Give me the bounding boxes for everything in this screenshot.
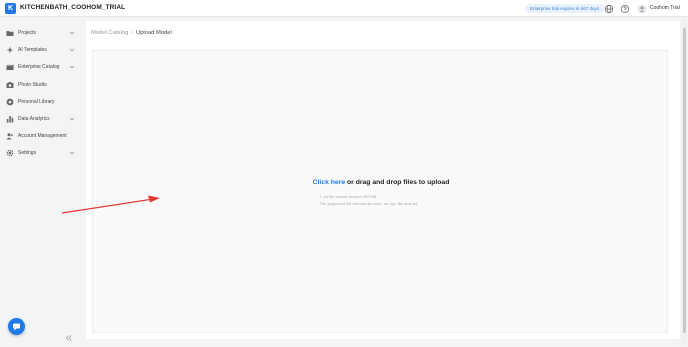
sidebar-item-label: Projects [18,30,37,36]
sidebar-item-photo-studio[interactable]: Photo Studio [0,79,84,91]
trial-expiry-badge[interactable]: Enterprise trial expires in 567 days [525,4,605,13]
sidebar-item-settings[interactable]: Settings [0,147,84,159]
library-icon [6,98,14,106]
breadcrumb-current: Upload Model [136,30,172,36]
click-here-link[interactable]: Click here [313,179,346,186]
upload-prompt: Click here or drag and drop files to upl… [93,179,669,186]
help-icon[interactable] [620,4,630,14]
breadcrumb-parent[interactable]: Model Catalog [91,30,128,36]
bar-chart-icon [6,116,14,123]
globe-icon[interactable] [604,4,614,14]
sidebar-item-label: Photo Studio [18,82,47,88]
upload-prompt-text: or drag and drop files to upload [345,179,450,186]
sidebar-item-personal-library[interactable]: Personal Library [0,96,84,108]
company-logo[interactable]: K [5,3,16,14]
sidebar-item-label: Personal Library [18,99,55,105]
user-name[interactable]: Coohom Trial [650,5,680,11]
sidebar-item-projects[interactable]: Projects [0,27,84,39]
breadcrumb-separator: / [131,30,134,36]
catalog-icon [6,64,14,70]
scrollbar-thumb[interactable] [683,28,686,333]
folder-icon [6,31,14,36]
chevron-down-icon[interactable] [69,116,75,122]
user-avatar-icon[interactable] [637,4,647,14]
chevron-down-icon[interactable] [69,64,75,70]
sidebar-item-enterprise-catalog[interactable]: Enterprise Catalog [0,61,84,73]
collapse-sidebar-icon[interactable] [65,334,73,342]
gear-icon [6,149,14,157]
sidebar-item-label: Enterprise Catalog [18,64,60,70]
upload-hint-size: · 1 cm file cannot exceed 300 MB [317,194,377,199]
camera-icon [6,82,14,88]
organization-name[interactable]: KITCHENBATH_COOHOM_TRIAL [20,4,125,11]
sidebar-item-label: Account Management [18,133,67,139]
upload-dropzone[interactable]: Click here or drag and drop files to upl… [92,50,668,333]
chat-icon [13,323,20,331]
sidebar: Projects AI Templates Enterprise Catalog… [0,17,84,347]
sidebar-item-label: AI Templates [18,47,47,53]
breadcrumb: Model Catalog / Upload Model [91,30,172,36]
sparkle-icon [6,46,14,54]
top-bar: K KITCHENBATH_COOHOM_TRIAL Enterprise tr… [0,0,688,17]
chat-support-button[interactable] [8,318,25,335]
sidebar-item-data-analytics[interactable]: Data Analytics [0,113,84,125]
chevron-down-icon[interactable] [69,150,75,156]
main-content: Model Catalog / Upload Model Click here or… [86,21,680,339]
page-scrollbar[interactable] [682,20,687,345]
people-icon [6,133,13,140]
chevron-down-icon[interactable] [69,30,75,36]
chevron-down-icon[interactable] [69,47,75,53]
sidebar-item-account-management[interactable]: Account Management [0,130,84,142]
sidebar-item-ai-templates[interactable]: AI Templates [0,44,84,56]
sidebar-item-label: Settings [18,150,37,156]
upload-hint-formats: · The supported file formats are max, ra… [317,201,418,206]
sidebar-item-label: Data Analytics [18,116,50,122]
